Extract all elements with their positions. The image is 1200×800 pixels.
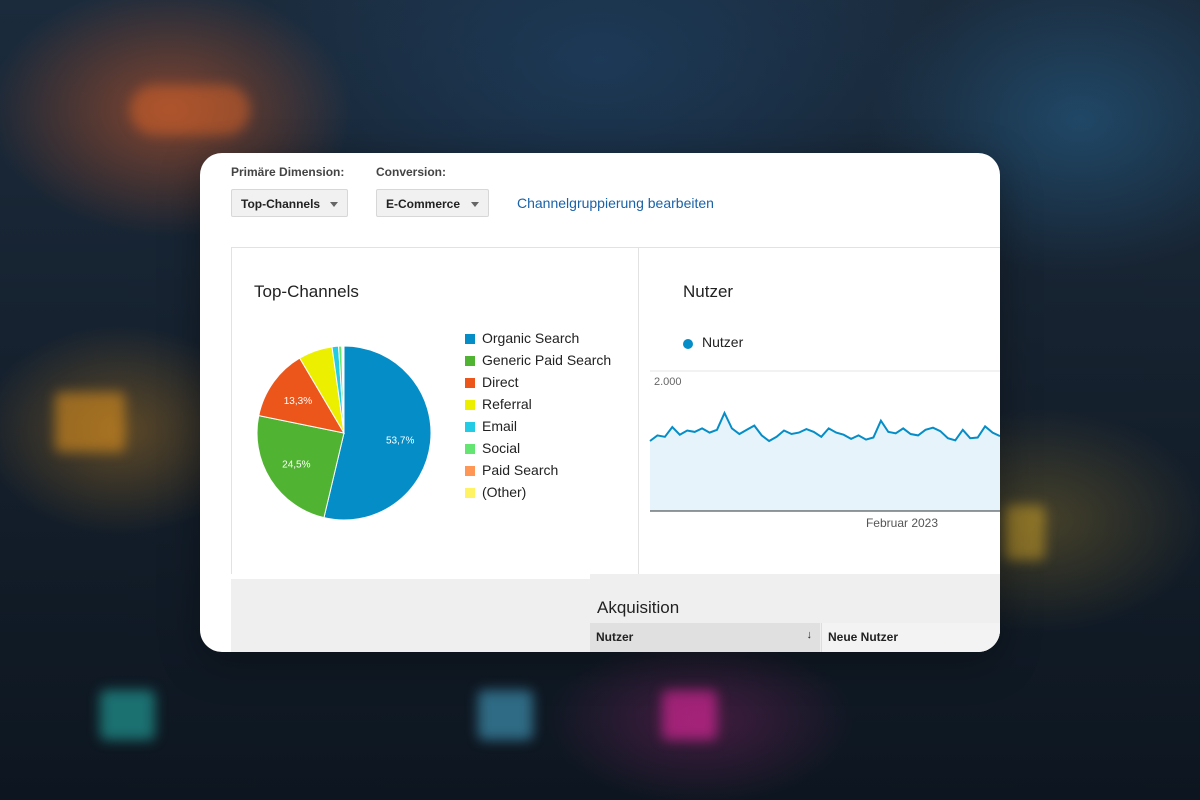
legend-swatch (465, 356, 475, 366)
bg-shape (478, 690, 533, 740)
primary-dimension-label: Primäre Dimension: (231, 165, 345, 179)
pie-data-label: 24,5% (282, 459, 310, 470)
column-header-label: Nutzer (596, 630, 634, 644)
line-panel-title: Nutzer (683, 282, 734, 301)
legend-swatch (465, 444, 475, 454)
bg-shape (100, 690, 155, 740)
y-tick-label: 2.000 (654, 376, 682, 388)
chevron-down-icon (330, 202, 338, 207)
column-header-neue-nutzer[interactable]: Neue Nutzer (821, 623, 1000, 652)
legend-swatch (465, 466, 475, 476)
sort-down-icon[interactable]: ↓ (807, 629, 813, 641)
primary-dimension-value: Top-Channels (241, 197, 321, 211)
line-legend-label[interactable]: Nutzer (702, 334, 743, 350)
legend-label: Paid Search (482, 462, 559, 478)
legend-label: Social (482, 440, 521, 456)
chevron-down-icon (471, 202, 479, 207)
pie-data-label: 53,7% (386, 436, 414, 447)
column-header-label: Neue Nutzer (828, 630, 899, 644)
legend-label: Generic Paid Search (482, 352, 612, 368)
line-chart: 2.0001.000Februar 2023 (649, 370, 1000, 530)
top-channels-panel: Top-Channels 53,7% 24,5% 13,3% Organic Sea… (231, 247, 639, 574)
conversion-value: E-Commerce (386, 197, 461, 211)
conversion-select[interactable]: E-Commerce (376, 189, 489, 217)
legend-dot-icon (683, 339, 693, 349)
primary-dimension-select[interactable]: Top-Channels (231, 189, 348, 217)
bg-shape (130, 85, 250, 135)
legend-swatch (465, 334, 475, 344)
conversion-label: Conversion: (376, 165, 447, 179)
bg-shape (55, 392, 125, 452)
bg-shape (1005, 505, 1045, 560)
legend-label: Direct (482, 374, 519, 390)
acquisition-table: Akquisition Nutzer ↓ Neue Nutzer (231, 574, 1000, 652)
analytics-card: Primäre Dimension: Top-Channels Conversi… (200, 153, 1000, 652)
legend-label: Referral (482, 396, 532, 412)
legend-swatch (465, 488, 475, 498)
column-header-nutzer[interactable]: Nutzer ↓ (590, 623, 820, 652)
legend-swatch (465, 400, 475, 410)
legend-label: (Other) (482, 484, 527, 500)
legend-label: Organic Search (482, 330, 580, 346)
edit-channel-grouping-link[interactable]: Channelgruppierung bearbeiten (517, 195, 714, 211)
bg-shape (662, 690, 717, 740)
legend-swatch (465, 378, 475, 388)
pie-panel-title: Top-Channels (254, 282, 359, 301)
divider (231, 574, 590, 579)
users-panel: Nutzer Nutzer 2.0001.000Februar 2023 (639, 247, 1000, 574)
x-tick-label: Februar 2023 (866, 516, 938, 530)
pie-chart: 53,7% 24,5% 13,3% (256, 345, 432, 521)
legend-swatch (465, 422, 475, 432)
pie-data-label: 13,3% (284, 396, 312, 407)
legend-label: Email (482, 418, 518, 434)
acquisition-title: Akquisition (597, 598, 680, 617)
